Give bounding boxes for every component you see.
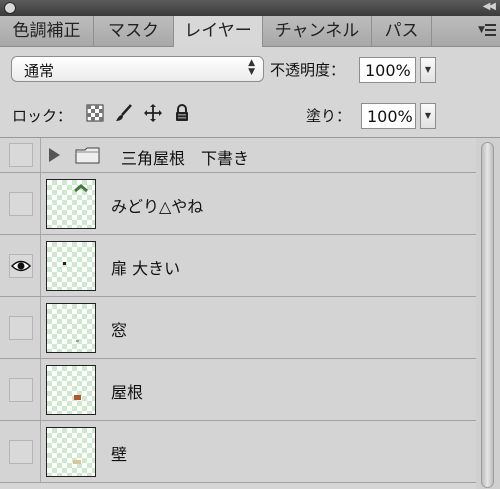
panel-tabs: 色調補正 マスク レイヤー チャンネル パス ▼ (0, 16, 500, 47)
visibility-toggle[interactable] (9, 378, 33, 402)
layer-thumbnail (46, 303, 96, 353)
divider (40, 359, 41, 420)
fill-value: 100% (367, 107, 413, 126)
panel-title-bar[interactable]: ◀◀ (0, 0, 500, 16)
collapse-icon[interactable]: ◀◀ (483, 1, 496, 12)
scrollbar[interactable] (476, 138, 500, 489)
eye-icon (10, 260, 32, 272)
updown-arrows-icon: ▲ ▼ (248, 58, 255, 77)
layer-row[interactable]: 屋根 (0, 359, 476, 421)
tab-channels[interactable]: チャンネル (263, 16, 372, 46)
lock-transparent-icon[interactable] (86, 104, 104, 122)
visibility-toggle[interactable] (9, 254, 33, 278)
layer-row-group[interactable]: 三角屋根 下書き (0, 138, 476, 173)
lock-label: ロック： (12, 107, 73, 125)
divider (40, 297, 41, 358)
visibility-toggle[interactable] (9, 440, 33, 464)
lock-all-icon[interactable] (173, 104, 191, 122)
layer-thumbnail (46, 365, 96, 415)
expand-triangle-icon[interactable] (49, 148, 60, 162)
tab-masks[interactable]: マスク (94, 16, 174, 46)
layer-thumbnail (46, 241, 96, 291)
layer-row[interactable]: みどり△やね (0, 173, 476, 235)
divider (40, 173, 41, 234)
layer-thumbnail (46, 427, 96, 477)
layer-thumbnail (46, 179, 96, 229)
panel-menu-icon[interactable]: ▼ (478, 23, 496, 37)
opacity-input[interactable]: 100% (359, 57, 416, 83)
blend-mode-value: 通常 (24, 62, 55, 80)
layer-row[interactable]: 扉 大きい (0, 235, 476, 297)
fill-label: 塗り： (306, 107, 352, 125)
scrollbar-thumb[interactable] (481, 142, 494, 488)
close-icon[interactable] (4, 2, 16, 14)
opacity-label: 不透明度： (270, 61, 346, 79)
fill-input[interactable]: 100% (361, 103, 416, 129)
layer-name: みどり△やね (111, 197, 204, 216)
divider (40, 138, 41, 172)
layer-name: 屋根 (111, 383, 144, 402)
layer-name: 壁 (111, 445, 128, 464)
tab-adjustments[interactable]: 色調補正 (0, 16, 94, 46)
layers-panel: ◀◀ 色調補正 マスク レイヤー チャンネル パス ▼ 通常 ▲ ▼ 不透明度： … (0, 0, 500, 489)
divider (40, 421, 41, 482)
folder-icon (75, 147, 100, 164)
fill-dropdown-button[interactable]: ▼ (420, 103, 436, 129)
visibility-toggle[interactable] (9, 316, 33, 340)
lock-position-icon[interactable] (144, 104, 162, 122)
lock-paint-icon[interactable] (115, 104, 133, 122)
tab-paths[interactable]: パス (372, 16, 432, 46)
layer-name: 扉 大きい (111, 259, 181, 278)
visibility-toggle[interactable] (9, 192, 33, 216)
layers-list: 三角屋根 下書き みどり△やね 扉 大きい 窓 屋根 壁 (0, 138, 476, 489)
layer-row[interactable]: 窓 (0, 297, 476, 359)
layer-name: 窓 (111, 321, 128, 340)
blend-mode-select[interactable]: 通常 ▲ ▼ (11, 56, 264, 82)
divider (40, 235, 41, 296)
layer-name: 三角屋根 下書き (121, 149, 250, 168)
opacity-dropdown-button[interactable]: ▼ (420, 57, 436, 83)
visibility-toggle[interactable] (9, 143, 33, 167)
tab-layers[interactable]: レイヤー (174, 16, 263, 47)
layer-row[interactable]: 壁 (0, 421, 476, 483)
opacity-value: 100% (365, 61, 411, 80)
